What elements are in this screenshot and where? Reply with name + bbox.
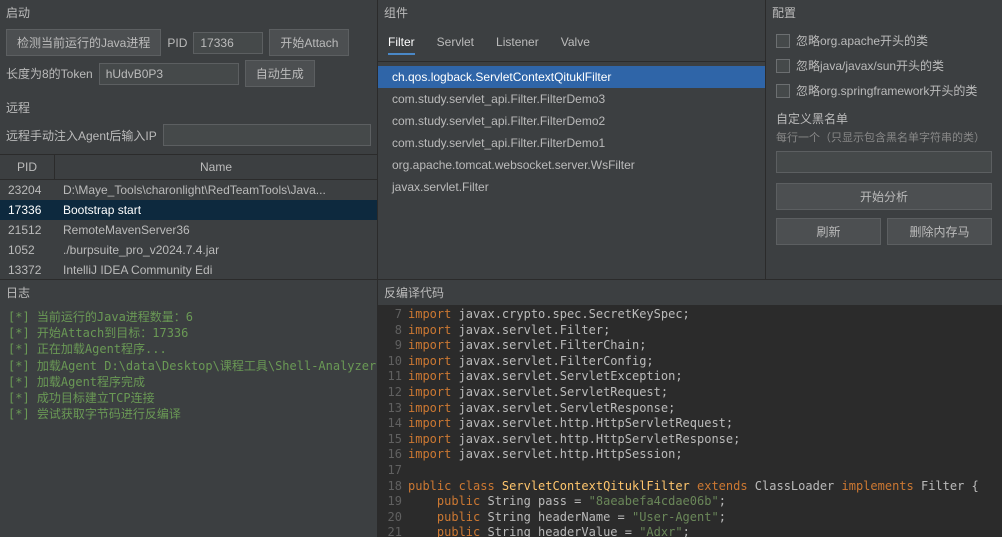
log-line: [*] 开始Attach到目标：17336 xyxy=(8,325,369,341)
log-line: [*] 当前运行的Java进程数量：6 xyxy=(8,309,369,325)
code-line: 21 public String headerValue = "Adxr"; xyxy=(378,525,1002,537)
code-line: 7import javax.crypto.spec.SecretKeySpec; xyxy=(378,307,1002,323)
remote-ip-input[interactable] xyxy=(163,124,371,146)
process-table-body: 23204D:\Maye_Tools\charonlight\RedTeamTo… xyxy=(0,180,377,279)
list-item[interactable]: javax.servlet.Filter xyxy=(378,176,765,198)
code-line: 18public class ServletContextQituklFilte… xyxy=(378,479,1002,495)
startup-title: 启动 xyxy=(0,0,377,25)
table-row[interactable]: 17336Bootstrap start xyxy=(0,200,377,220)
log-line: [*] 尝试获取字节码进行反编译 xyxy=(8,406,369,422)
tab-listener[interactable]: Listener xyxy=(496,31,539,55)
cell-pid: 21512 xyxy=(0,223,55,237)
cell-name: ./burpsuite_pro_v2024.7.4.jar xyxy=(55,243,377,257)
log-line: [*] 加载Agent D:\data\Desktop\课程工具\Shell-A… xyxy=(8,358,369,374)
code-line: 9import javax.servlet.FilterChain; xyxy=(378,338,1002,354)
code-line: 8import javax.servlet.Filter; xyxy=(378,323,1002,339)
cell-pid: 17336 xyxy=(0,203,55,217)
ignore-java-checkbox[interactable]: 忽略java/javax/sun开头的类 xyxy=(776,54,992,77)
blacklist-hint: 每行一个（只显示包含黑名单字符串的类） xyxy=(776,129,992,145)
config-title: 配置 xyxy=(766,0,1002,25)
tab-valve[interactable]: Valve xyxy=(561,31,590,55)
attach-button[interactable]: 开始Attach xyxy=(269,29,349,56)
col-header-pid[interactable]: PID xyxy=(0,155,55,179)
list-item[interactable]: ch.qos.logback.ServletContextQituklFilte… xyxy=(378,66,765,88)
refresh-button[interactable]: 刷新 xyxy=(776,218,881,245)
table-row[interactable]: 21512RemoteMavenServer36 xyxy=(0,220,377,240)
ignore-apache-checkbox[interactable]: 忽略org.apache开头的类 xyxy=(776,29,992,52)
blacklist-input[interactable] xyxy=(776,151,992,173)
cell-pid: 13372 xyxy=(0,263,55,277)
remote-label: 远程手动注入Agent后输入IP xyxy=(6,127,157,144)
code-line: 12import javax.servlet.ServletRequest; xyxy=(378,385,1002,401)
detect-java-button[interactable]: 检测当前运行的Java进程 xyxy=(6,29,161,56)
code-line: 13import javax.servlet.ServletResponse; xyxy=(378,401,1002,417)
ignore-java-label: 忽略java/javax/sun开头的类 xyxy=(796,57,944,74)
code-line: 17 xyxy=(378,463,1002,479)
code-line: 14import javax.servlet.http.HttpServletR… xyxy=(378,416,1002,432)
list-item[interactable]: com.study.servlet_api.Filter.FilterDemo2 xyxy=(378,110,765,132)
pid-label: PID xyxy=(167,36,187,50)
list-item[interactable]: org.apache.tomcat.websocket.server.WsFil… xyxy=(378,154,765,176)
log-output: [*] 当前运行的Java进程数量：6[*] 开始Attach到目标：17336… xyxy=(0,305,377,537)
code-line: 20 public String headerName = "User-Agen… xyxy=(378,510,1002,526)
remote-title: 远程 xyxy=(0,95,377,120)
kill-memshell-button[interactable]: 删除内存马 xyxy=(887,218,992,245)
tab-servlet[interactable]: Servlet xyxy=(437,31,474,55)
table-row[interactable]: 13372IntelliJ IDEA Community Edi xyxy=(0,260,377,279)
ignore-spring-label: 忽略org.springframework开头的类 xyxy=(796,82,977,99)
cell-name: Bootstrap start xyxy=(55,203,377,217)
ignore-apache-label: 忽略org.apache开头的类 xyxy=(796,32,928,49)
log-line: [*] 正在加载Agent程序... xyxy=(8,341,369,357)
code-line: 10import javax.servlet.FilterConfig; xyxy=(378,354,1002,370)
analyze-button[interactable]: 开始分析 xyxy=(776,183,992,210)
log-title: 日志 xyxy=(0,280,377,305)
component-title: 组件 xyxy=(378,0,765,25)
list-item[interactable]: com.study.servlet_api.Filter.FilterDemo1 xyxy=(378,132,765,154)
ignore-spring-checkbox[interactable]: 忽略org.springframework开头的类 xyxy=(776,79,992,102)
log-line: [*] 加载Agent程序完成 xyxy=(8,374,369,390)
code-line: 15import javax.servlet.http.HttpServletR… xyxy=(378,432,1002,448)
cell-name: D:\Maye_Tools\charonlight\RedTeamTools\J… xyxy=(55,183,377,197)
decompile-title: 反编译代码 xyxy=(378,280,1002,305)
code-line: 19 public String pass = "8aeabefa4cdae06… xyxy=(378,494,1002,510)
code-viewer[interactable]: 7import javax.crypto.spec.SecretKeySpec;… xyxy=(378,305,1002,537)
table-row[interactable]: 1052./burpsuite_pro_v2024.7.4.jar xyxy=(0,240,377,260)
token-input[interactable] xyxy=(99,63,239,85)
pid-input[interactable] xyxy=(193,32,263,54)
tab-filter[interactable]: Filter xyxy=(388,31,415,55)
list-item[interactable]: com.study.servlet_api.Filter.FilterDemo3 xyxy=(378,88,765,110)
code-line: 16import javax.servlet.http.HttpSession; xyxy=(378,447,1002,463)
token-label: 长度为8的Token xyxy=(6,65,93,82)
code-line: 11import javax.servlet.ServletException; xyxy=(378,369,1002,385)
table-row[interactable]: 23204D:\Maye_Tools\charonlight\RedTeamTo… xyxy=(0,180,377,200)
generate-token-button[interactable]: 自动生成 xyxy=(245,60,315,87)
log-line: [*] 成功目标建立TCP连接 xyxy=(8,390,369,406)
cell-name: RemoteMavenServer36 xyxy=(55,223,377,237)
col-header-name[interactable]: Name xyxy=(55,155,377,179)
cell-pid: 1052 xyxy=(0,243,55,257)
cell-pid: 23204 xyxy=(0,183,55,197)
blacklist-label: 自定义黑名单 xyxy=(776,110,992,127)
cell-name: IntelliJ IDEA Community Edi xyxy=(55,263,377,277)
